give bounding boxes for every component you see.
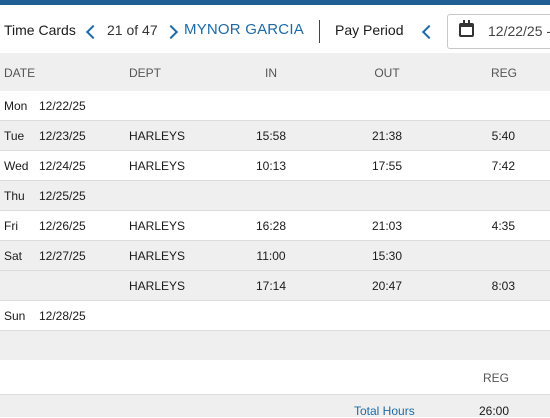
column-header-out[interactable]: OUT bbox=[374, 66, 399, 80]
table-row[interactable]: Fri 12/26/25 HARLEYS 16:28 21:03 4:35 bbox=[0, 211, 550, 241]
summary-total-row: Total Hours 26:00 bbox=[0, 395, 550, 418]
total-hours-label: Total Hours bbox=[354, 404, 415, 418]
table-row[interactable]: Thu 12/25/25 bbox=[0, 181, 550, 211]
summary-header-row: REG bbox=[0, 360, 550, 395]
row-reg: 7:42 bbox=[491, 159, 515, 173]
row-reg: 4:35 bbox=[491, 219, 515, 233]
row-date: 12/26/25 bbox=[39, 219, 86, 233]
pay-period-label: Pay Period bbox=[335, 22, 404, 38]
row-day: Mon bbox=[4, 99, 28, 113]
column-header-date[interactable]: DATE bbox=[4, 66, 35, 80]
row-day: Sat bbox=[4, 249, 23, 263]
timecard-header: Time Cards 21 of 47 MYNOR GARCIA Pay Per… bbox=[0, 5, 550, 53]
row-day: Sun bbox=[4, 309, 26, 323]
column-header-dept[interactable]: DEPT bbox=[129, 66, 161, 80]
row-dept: HARLEYS bbox=[129, 249, 186, 263]
page-title: Time Cards bbox=[4, 22, 76, 38]
row-dept: HARLEYS bbox=[129, 279, 186, 293]
row-out: 21:03 bbox=[371, 219, 403, 233]
row-date: 12/24/25 bbox=[39, 159, 86, 173]
row-date: 12/25/25 bbox=[39, 189, 86, 203]
employee-name[interactable]: MYNOR GARCIA bbox=[184, 21, 304, 38]
pay-period-date-field[interactable]: 12/22/25 - bbox=[447, 14, 550, 49]
total-reg-hours: 26:00 bbox=[479, 404, 510, 418]
summary-reg-label: REG bbox=[483, 371, 510, 385]
table-row[interactable]: Tue 12/23/25 HARLEYS 15:58 21:38 5:40 bbox=[0, 121, 550, 151]
record-counter: 21 of 47 bbox=[107, 22, 158, 38]
row-reg: 5:40 bbox=[491, 129, 515, 143]
chevron-left-icon[interactable] bbox=[85, 24, 101, 40]
row-out: 17:55 bbox=[371, 159, 403, 173]
row-out: 20:47 bbox=[371, 279, 403, 293]
row-reg: 8:03 bbox=[491, 279, 515, 293]
column-header-in[interactable]: IN bbox=[265, 66, 277, 80]
previous-period-chevron-icon[interactable] bbox=[421, 24, 437, 40]
table-row[interactable]: Wed 12/24/25 HARLEYS 10:13 17:55 7:42 bbox=[0, 151, 550, 181]
row-out: 15:30 bbox=[371, 249, 403, 263]
row-date: 12/23/25 bbox=[39, 129, 86, 143]
column-header-reg[interactable]: REG bbox=[491, 66, 517, 80]
table-row[interactable] bbox=[0, 331, 550, 361]
table-row[interactable]: Sun 12/28/25 bbox=[0, 301, 550, 331]
table-row[interactable]: Sat 12/27/25 HARLEYS 11:00 15:30 bbox=[0, 241, 550, 271]
row-date: 12/27/25 bbox=[39, 249, 86, 263]
row-date: 12/22/25 bbox=[39, 99, 86, 113]
table-row[interactable]: HARLEYS 17:14 20:47 8:03 bbox=[0, 271, 550, 301]
row-in: 17:14 bbox=[255, 279, 287, 293]
row-out: 21:38 bbox=[371, 129, 403, 143]
row-day: Thu bbox=[4, 189, 25, 203]
row-dept: HARLEYS bbox=[129, 129, 186, 143]
row-in: 11:00 bbox=[256, 249, 286, 263]
row-date: 12/28/25 bbox=[39, 309, 86, 323]
row-day: Wed bbox=[4, 159, 29, 173]
table-row[interactable]: Mon 12/22/25 bbox=[0, 91, 550, 121]
row-day: Tue bbox=[4, 129, 25, 143]
chevron-right-icon[interactable] bbox=[163, 24, 179, 40]
row-in: 15:58 bbox=[255, 129, 287, 143]
timecard-grid: DATE DEPT IN OUT REG Mon 12/22/25 Tue 12… bbox=[0, 53, 550, 361]
row-in: 16:28 bbox=[255, 219, 287, 233]
grid-header-row: DATE DEPT IN OUT REG bbox=[0, 53, 550, 91]
pay-period-start-date: 12/22/25 - bbox=[488, 23, 550, 39]
row-day: Fri bbox=[4, 219, 18, 233]
calendar-icon[interactable] bbox=[459, 20, 474, 37]
header-divider bbox=[319, 20, 320, 43]
row-in: 10:13 bbox=[255, 159, 287, 173]
row-dept: HARLEYS bbox=[129, 159, 186, 173]
row-dept: HARLEYS bbox=[129, 219, 186, 233]
